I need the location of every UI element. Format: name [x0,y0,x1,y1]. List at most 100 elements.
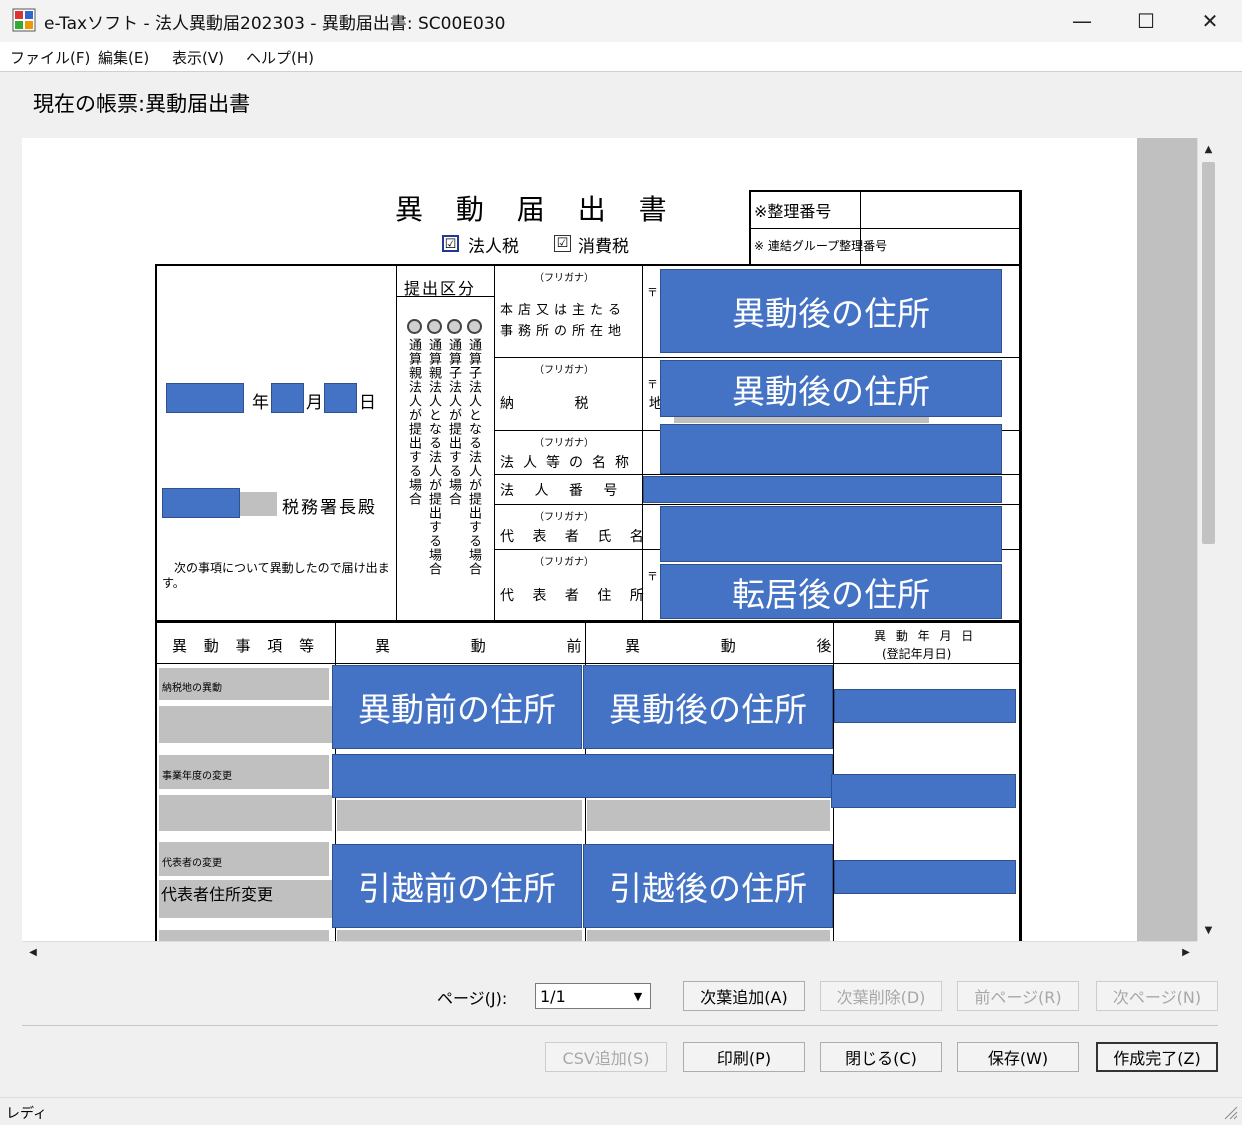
header-date: 異 動 年 月 日 [874,629,977,643]
corp-number-field[interactable] [643,476,1002,503]
row-item-gray [159,706,332,743]
submit-option-radio[interactable] [407,319,422,334]
rep-name-field[interactable] [660,506,1002,562]
rep-name-label: 代 表 者 氏 名 [500,529,651,545]
vertical-scroll-thumb[interactable] [1202,162,1215,544]
submit-option-label: 通算親法人となる法人が提出する場合 [426,338,441,576]
consumption-tax-checkbox[interactable]: ☑ [554,235,571,252]
delete-next-sheet-button[interactable]: 次葉削除(D) [820,981,942,1011]
next-page-button[interactable]: 次ページ(N) [1096,981,1218,1011]
complete-button[interactable]: 作成完了(Z) [1096,1042,1218,1072]
submit-option-label: 通算子法人が提出する場合 [446,338,461,506]
save-button[interactable]: 保存(W) [957,1042,1079,1072]
row-item-sub: 代表者住所変更 [161,885,274,904]
header-item: 異 動 事 項 等 [172,637,321,655]
corp-tax-label: 法人税 [468,237,519,257]
fiscal-before-gray [337,800,582,831]
row-item-label: 事業年度の変更 [162,771,232,782]
head-office-label: 本店又は主たる事務所の所在地 [500,303,627,339]
row-item-label: 納税地の異動 [162,683,222,694]
scroll-down-icon[interactable]: ▼ [1198,919,1219,941]
postal-mark: 〒 [647,570,658,583]
date-month-field[interactable] [271,383,304,413]
dropdown-arrow-icon[interactable]: ▼ [627,985,649,1007]
fiscal-year-field[interactable] [332,754,833,798]
csv-add-button[interactable]: CSV追加(S) [545,1042,667,1072]
form-title: 異 動 届 出 書 [395,193,679,226]
scroll-left-icon[interactable]: ◀ [22,942,44,963]
close-form-button[interactable]: 閉じる(C) [820,1042,942,1072]
after-address-field[interactable]: 異動後の住所 [583,665,833,749]
page-selector-value: 1/1 [540,987,566,1006]
before-move-address-field[interactable]: 引越前の住所 [332,844,582,928]
furigana-label: （フリガナ） [534,438,594,449]
vertical-scrollbar[interactable]: ▲ ▼ [1197,138,1219,941]
menu-view[interactable]: 表示(V) [172,47,224,68]
furigana-label: （フリガナ） [534,557,594,568]
tax-place-address-field[interactable]: 異動後の住所 [660,360,1002,417]
corp-tax-checkbox[interactable]: ☑ [442,235,459,252]
change-date-field[interactable] [834,689,1016,723]
postal-mark: 〒 [647,286,658,299]
resize-grip-icon[interactable] [1222,1104,1238,1120]
submit-option-radio[interactable] [447,319,462,334]
corp-name-label: 法人等の名称 [500,455,638,471]
submit-option-label: 通算親法人が提出する場合 [406,338,421,506]
scroll-right-icon[interactable]: ▶ [1175,942,1197,963]
etax-app-icon [12,8,36,32]
status-bar: レディ [0,1097,1242,1125]
group-ref-label: ※ 連結グループ整理番号 [754,239,888,253]
row-gray [337,930,582,941]
row-item-gray [159,795,332,831]
fiscal-after-gray [587,800,830,831]
date-year-field[interactable] [166,383,244,413]
header-after: 異 動 後 [625,637,870,655]
row-item-label: 代表者の変更 [162,858,222,869]
current-form-label: 現在の帳票:異動届出書 [33,92,251,116]
print-button[interactable]: 印刷(P) [683,1042,805,1072]
month-label: 月 [306,393,323,413]
viewport-background [1137,138,1197,941]
page-selector-label: ページ(J): [437,989,508,1008]
corp-number-label: 法 人 番 号 [500,483,626,499]
page-selector[interactable]: 1/1 ▼ [535,983,651,1009]
notice-text: 次の事項について異動したので届け出ます。 [162,561,390,590]
maximize-button[interactable]: ☐ [1114,0,1178,42]
window-title: e-Taxソフト - 法人異動届202303 - 異動届出書: SC00E030 [44,14,506,34]
change-date-field[interactable] [834,860,1016,894]
horizontal-scrollbar[interactable]: ◀ ▶ [22,941,1197,963]
menu-edit[interactable]: 編集(E) [98,47,149,68]
tax-office-field[interactable] [162,488,240,518]
day-label: 日 [359,393,376,413]
menu-file[interactable]: ファイル(F) [10,47,90,68]
tax-office-gray [240,492,277,516]
scroll-up-icon[interactable]: ▲ [1198,138,1219,160]
rep-address-field[interactable]: 転居後の住所 [660,564,1002,619]
submit-option-radio[interactable] [427,319,442,334]
close-button[interactable]: ✕ [1178,0,1242,42]
status-text: レディ [6,1106,48,1122]
date-day-field[interactable] [324,383,357,413]
submit-option-radio[interactable] [467,319,482,334]
head-office-address-field[interactable]: 異動後の住所 [660,269,1002,353]
before-address-field[interactable]: 異動前の住所 [332,665,582,749]
tax-office-suffix: 税務署長殿 [282,498,377,518]
year-label: 年 [252,393,269,413]
menu-help[interactable]: ヘルプ(H) [246,47,314,68]
prev-page-button[interactable]: 前ページ(R) [957,981,1079,1011]
header-date-sub: (登記年月日) [882,647,952,661]
corp-name-field[interactable] [660,424,1002,474]
submit-option-label: 通算子法人となる法人が提出する場合 [466,338,481,576]
after-move-address-field[interactable]: 引越後の住所 [583,844,833,928]
row-gray [587,930,830,941]
furigana-label: （フリガナ） [534,365,594,376]
change-date-field[interactable] [831,774,1016,808]
add-next-sheet-button[interactable]: 次葉追加(A) [683,981,805,1011]
row-item-gray [159,930,329,941]
furigana-label: （フリガナ） [534,273,594,284]
ref-number-label: ※整理番号 [754,202,832,221]
form-viewport: 異 動 届 出 書 ☑ 法人税 ☑ 消費税 ※整理番号 ※ 連結グループ整理番号… [22,138,1197,941]
minimize-button[interactable]: — [1050,0,1114,42]
consumption-tax-label: 消費税 [578,237,629,257]
tax-place-gray [674,417,929,423]
